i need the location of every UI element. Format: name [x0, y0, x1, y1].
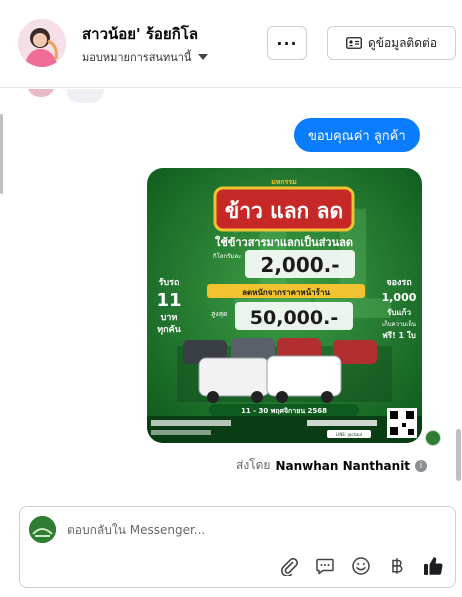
attach-button[interactable]	[277, 554, 301, 578]
promo-left-offer-1: 11	[156, 290, 181, 311]
sent-by-line: ส่งโดย Nanwhan Nanthanit i	[236, 456, 428, 475]
contact-avatar[interactable]	[18, 19, 66, 67]
promo-right-offer-4: ฟรี! 1 ใบ	[382, 330, 416, 340]
outgoing-message-bubble[interactable]: ขอบคุณค่า ลูกค้า	[294, 118, 420, 152]
contact-card-icon	[346, 37, 362, 49]
promo-right-offer-0: จองรถ	[386, 278, 411, 288]
page-avatar	[29, 516, 56, 543]
promo-line-label: LINE: @ckaul	[336, 432, 362, 437]
message-thread[interactable]: •• ขอบคุณค่า ลูกค้า 1 1 มหกรรม ข้าว แลก …	[0, 89, 462, 494]
previous-message-dots: ••	[78, 89, 87, 92]
thread-scrollbar[interactable]	[456, 429, 461, 481]
outgoing-message-text: ขอบคุณค่า ลูกค้า	[308, 128, 406, 144]
promo-left-offer-3: ทุกคัน	[157, 324, 181, 335]
paperclip-icon	[281, 557, 298, 576]
reply-input[interactable]	[67, 520, 437, 540]
promo-image-attachment[interactable]: 1 1 มหกรรม ข้าว แลก ลด ใช้ข้าวสารมาแลกเป…	[147, 168, 422, 443]
promo-per-kg-value: 2,000.-	[260, 253, 339, 277]
promo-max-label: สูงสุด	[211, 310, 228, 318]
assign-label: มอบหมายการสนทนานี้	[82, 51, 192, 64]
previous-sender-avatar	[28, 89, 54, 97]
page-avatar-small	[425, 430, 441, 446]
quick-reply-icon	[316, 558, 334, 575]
baht-icon	[392, 558, 403, 574]
promo-right-offer-1: 1,000	[382, 291, 417, 304]
messenger-conversation-panel: สาวน้อย' ร้อยกิโล มอบหมายการสนทนานี้ ···…	[0, 0, 462, 597]
promo-discount-label: ลดหนักจากราคาหน้าร้าน	[242, 287, 330, 297]
assign-conversation-dropdown[interactable]: มอบหมายการสนทนานี้	[82, 48, 209, 66]
promo-headline: ข้าว แลก ลด	[225, 199, 343, 223]
conversation-header: สาวน้อย' ร้อยกิโล มอบหมายการสนทนานี้ ···…	[0, 0, 462, 88]
info-icon[interactable]: i	[415, 459, 428, 472]
chevron-down-icon	[198, 54, 209, 60]
promo-per-kg-label: กิโลกรัมละ	[213, 252, 242, 260]
sent-by-prefix: ส่งโดย	[236, 458, 271, 472]
sent-by-name: Nanwhan Nanthanit	[275, 458, 411, 473]
more-options-label: ···	[276, 33, 298, 53]
promo-subheadline: ใช้ข้าวสารมาแลกเป็นส่วนลด	[215, 235, 353, 249]
saved-replies-button[interactable]	[313, 554, 337, 578]
view-contact-info-button[interactable]: ดูข้อมูลติดต่อ	[327, 26, 456, 60]
promo-right-offer-2: รับแก้ว	[387, 307, 411, 317]
reply-composer	[19, 506, 456, 588]
payment-button[interactable]	[385, 554, 409, 578]
contact-info-label: ดูข้อมูลติดต่อ	[367, 35, 438, 50]
emoji-icon	[352, 557, 370, 575]
promo-brand: มหกรรม	[271, 178, 297, 186]
promo-max-value: 50,000.-	[250, 307, 338, 329]
side-panel-edge	[0, 114, 3, 194]
promo-date-range: 11 - 30 พฤศจิกายน 2568	[241, 407, 327, 415]
like-button[interactable]	[421, 554, 445, 578]
emoji-button[interactable]	[349, 554, 373, 578]
contact-name: สาวน้อย' ร้อยกิโล	[82, 25, 199, 43]
promo-right-offer-3: เก็บความเย็น	[382, 319, 416, 328]
promo-left-offer-2: บาท	[161, 313, 178, 323]
promo-left-offer-0: รับรถ	[159, 277, 180, 288]
more-options-button[interactable]: ···	[267, 26, 307, 60]
thumbs-up-icon	[424, 557, 443, 575]
